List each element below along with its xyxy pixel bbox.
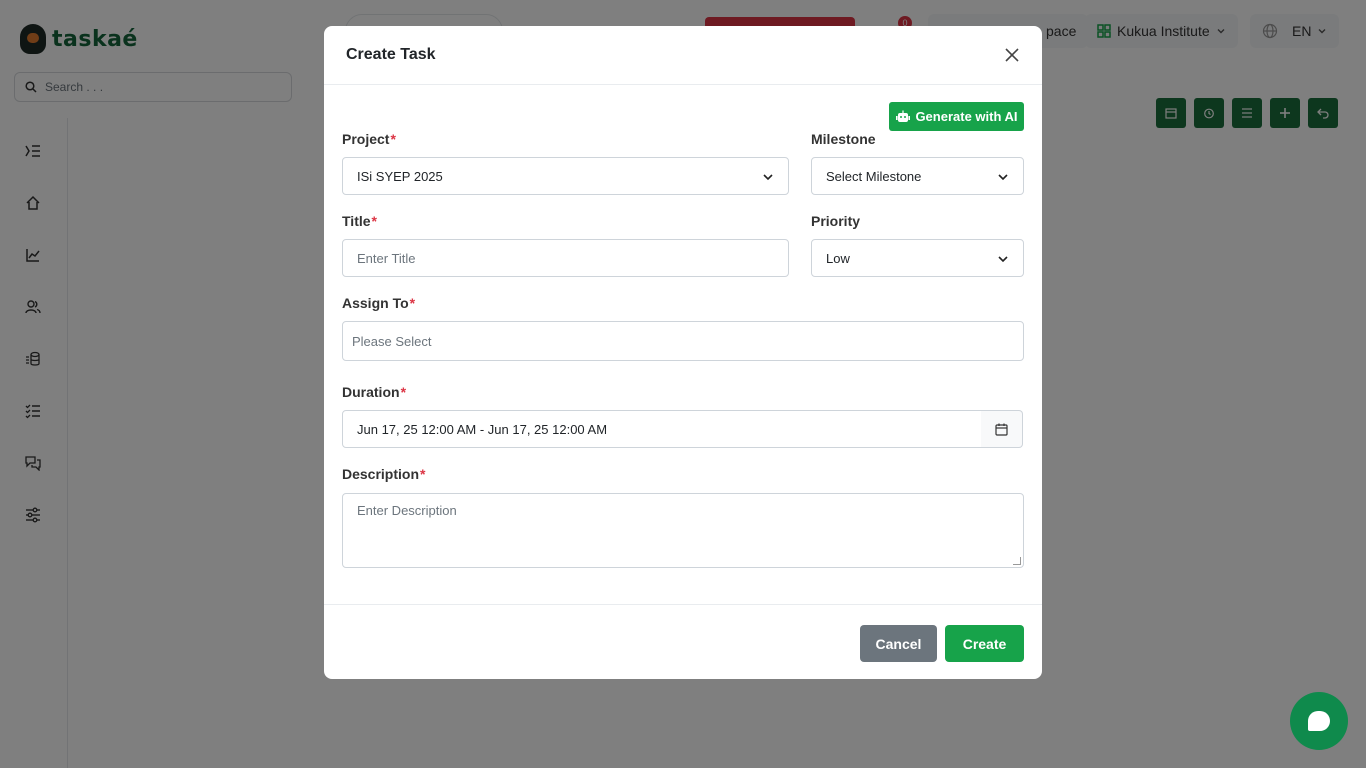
modal-footer: Cancel Create xyxy=(324,604,1042,679)
description-label-text: Description xyxy=(342,466,420,482)
required-marker: * xyxy=(400,384,407,400)
duration-label: Duration* xyxy=(342,384,406,400)
title-input[interactable] xyxy=(357,250,774,266)
generate-with-ai-button[interactable]: Generate with AI xyxy=(889,102,1024,131)
project-label-text: Project xyxy=(342,131,390,147)
required-marker: * xyxy=(390,131,396,147)
priority-label: Priority xyxy=(811,213,860,229)
priority-select-value: Low xyxy=(826,250,850,266)
close-icon xyxy=(1005,48,1019,62)
duration-field[interactable]: Jun 17, 25 12:00 AM - Jun 17, 25 12:00 A… xyxy=(342,410,982,448)
assign-to-select[interactable]: Please Select xyxy=(342,321,1024,361)
priority-select[interactable]: Low xyxy=(811,239,1024,277)
assign-to-label: Assign To* xyxy=(342,295,415,311)
priority-label-text: Priority xyxy=(811,213,861,229)
chevron-down-icon xyxy=(998,174,1008,181)
milestone-label: Milestone xyxy=(811,131,876,147)
chat-bubble-icon xyxy=(1308,711,1330,731)
modal-title: Create Task xyxy=(346,46,436,63)
duration-calendar-button[interactable] xyxy=(981,410,1023,448)
generate-with-ai-label: Generate with AI xyxy=(915,109,1018,124)
create-button[interactable]: Create xyxy=(945,625,1024,662)
modal-body: Generate with AI Project* ISi SYEP 2025 … xyxy=(324,85,1042,604)
duration-value: Jun 17, 25 12:00 AM - Jun 17, 25 12:00 A… xyxy=(357,421,608,437)
required-marker: * xyxy=(420,466,426,482)
project-select-value: ISi SYEP 2025 xyxy=(357,168,443,184)
calendar-icon xyxy=(995,423,1008,436)
description-label: Description* xyxy=(342,466,425,482)
milestone-select-value: Select Milestone xyxy=(826,168,922,184)
close-button[interactable] xyxy=(1002,45,1022,65)
title-field[interactable] xyxy=(342,239,789,277)
description-textarea[interactable]: Enter Description xyxy=(342,493,1024,568)
resize-handle-icon[interactable] xyxy=(1013,557,1021,565)
required-marker: * xyxy=(409,295,416,311)
chevron-down-icon xyxy=(763,174,773,181)
project-select[interactable]: ISi SYEP 2025 xyxy=(342,157,789,195)
milestone-label-text: Milestone xyxy=(811,131,876,147)
create-task-modal: Create Task Generate with AI Project* IS… xyxy=(324,26,1042,679)
title-label: Title* xyxy=(342,213,377,229)
description-placeholder: Enter Description xyxy=(357,503,457,518)
cancel-button[interactable]: Cancel xyxy=(860,625,937,662)
chat-support-button[interactable] xyxy=(1290,692,1348,750)
milestone-select[interactable]: Select Milestone xyxy=(811,157,1024,195)
title-label-text: Title xyxy=(342,213,371,229)
project-label: Project* xyxy=(342,131,396,147)
assign-to-placeholder: Please Select xyxy=(352,333,432,349)
chevron-down-icon xyxy=(998,256,1008,263)
assign-to-label-text: Assign To xyxy=(342,295,409,311)
modal-header: Create Task xyxy=(324,26,1042,85)
robot-icon xyxy=(896,110,911,122)
duration-label-text: Duration xyxy=(342,384,400,400)
required-marker: * xyxy=(371,213,377,229)
